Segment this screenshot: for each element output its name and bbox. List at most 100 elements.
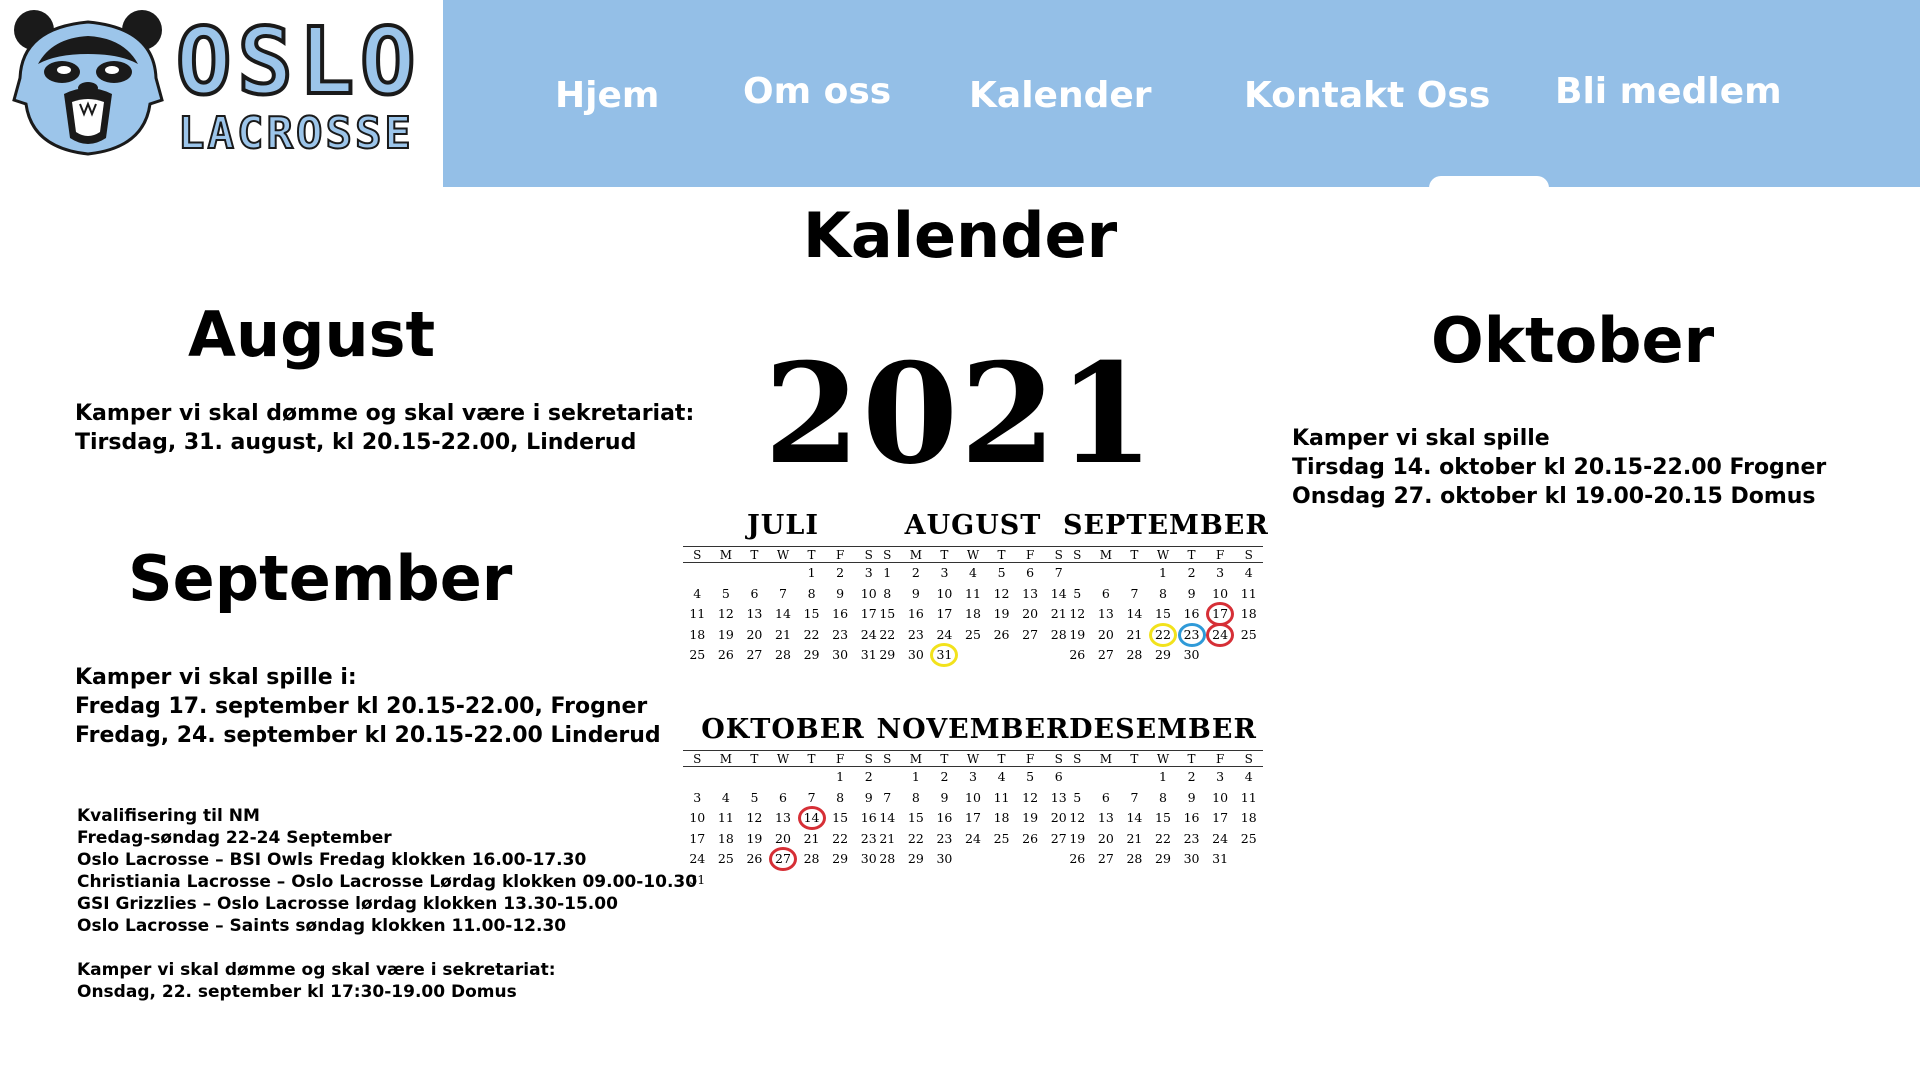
nav-item-om-oss[interactable]: Om oss bbox=[743, 74, 891, 110]
september-text: Kamper vi skal spille i: Fredag 17. sept… bbox=[75, 663, 661, 750]
calendar-day: 12 bbox=[1069, 810, 1086, 825]
highlight-ring-blue bbox=[1177, 622, 1206, 647]
calendar-day: 15 bbox=[1155, 810, 1171, 825]
september-line: Fredag 17. september kl 20.15-22.00, Fro… bbox=[75, 694, 648, 719]
calendar-day: 16 bbox=[832, 606, 849, 621]
calendar-day: 22 bbox=[832, 830, 849, 846]
september-line: Kamper vi skal spille i: bbox=[75, 665, 357, 690]
calendar-day: 8 bbox=[1159, 789, 1167, 805]
calendar-day: 22 bbox=[907, 830, 924, 846]
calendar-day: 21 bbox=[1126, 626, 1143, 642]
detail-line: Kamper vi skal dømme og skal være i sekr… bbox=[77, 960, 556, 980]
calendar-day: 14 bbox=[1126, 606, 1143, 621]
calendar-day: 22 bbox=[1155, 830, 1171, 846]
calendar-day: 20 bbox=[775, 830, 791, 846]
calendar-month-name: SEPTEMBER bbox=[1063, 510, 1269, 541]
calendar-day: 23 bbox=[936, 830, 953, 846]
calendar-day: 9 bbox=[940, 789, 949, 805]
calendar-day: 13 bbox=[746, 606, 763, 621]
calendar-day: 2 bbox=[1187, 565, 1196, 580]
calendar-day: 23 bbox=[832, 626, 849, 642]
august-line: Tirsdag, 31. august, kl 20.15-22.00, Lin… bbox=[75, 430, 637, 455]
calendar-day: 11 bbox=[993, 789, 1010, 805]
calendar-day: 18 bbox=[993, 810, 1010, 825]
calendar-empty-cell bbox=[712, 767, 741, 788]
nav-item-kontakt-oss[interactable]: Kontakt Oss bbox=[1244, 78, 1490, 114]
calendar-month-name: AUGUST bbox=[904, 510, 1042, 541]
calendar-empty-cell bbox=[1092, 563, 1121, 584]
calendar-month-november: NOVEMBER S M T W T F S 1 2 3 4 5 6 7 8 9 10 11 12 13 14 15 16 17… bbox=[873, 716, 1073, 870]
nav-item-kalender[interactable]: Kalender bbox=[969, 78, 1152, 114]
calendar-month-name: DESEMBER bbox=[1069, 714, 1257, 745]
calendar-day: 23 bbox=[1177, 622, 1206, 647]
calendar-empty-cell bbox=[769, 767, 798, 788]
weekday-label: F bbox=[835, 752, 845, 766]
calendar-day: 16 bbox=[936, 810, 953, 825]
calendar-day: 2 bbox=[1187, 769, 1196, 784]
calendar-empty-cell bbox=[1063, 767, 1092, 788]
calendar-day: 24 bbox=[1212, 830, 1229, 846]
calendar-day: 8 bbox=[883, 585, 892, 601]
calendar-day: 25 bbox=[965, 626, 981, 642]
weekday-label: S bbox=[1073, 548, 1082, 562]
calendar-day-grid: 1 2 3 4 5 6 7 8 9 10 11 12 13 14 15 16 17 18 19 20 21 22 23 24 2… bbox=[683, 563, 883, 666]
calendar-day: 31 bbox=[1212, 851, 1229, 866]
calendar-day: 28 bbox=[803, 851, 820, 866]
calendar-empty-cell bbox=[1063, 563, 1092, 584]
calendar-day: 18 bbox=[965, 606, 981, 621]
calendar-empty-cell bbox=[683, 767, 712, 788]
weekday-label: T bbox=[750, 548, 759, 562]
calendar-day: 7 bbox=[883, 789, 892, 805]
weekday-label: S bbox=[1244, 752, 1253, 766]
calendar-day: 14 bbox=[879, 810, 896, 825]
calendar-day: 1 bbox=[883, 565, 892, 580]
calendar-day: 29 bbox=[803, 647, 820, 662]
calendar-day: 17 bbox=[689, 830, 706, 846]
oktober-line: Onsdag 27. oktober kl 19.00-20.15 Domus bbox=[1292, 484, 1816, 509]
calendar-empty-cell bbox=[740, 767, 769, 788]
weekday-label: S bbox=[883, 752, 892, 766]
weekday-label: M bbox=[1099, 752, 1112, 766]
calendar-day: 1 bbox=[836, 769, 845, 784]
calendar-day: 30 bbox=[1183, 851, 1200, 866]
calendar-day: 23 bbox=[907, 626, 924, 642]
calendar-day: 28 bbox=[775, 647, 791, 662]
calendar-day: 23 bbox=[1183, 830, 1200, 846]
calendar-day: 16 bbox=[1183, 606, 1200, 621]
calendar-month-august: AUGUST S M T W T F S 1 2 3 4 5 6 7 8 9 10 11 12 13 14 15 16 17 18… bbox=[873, 510, 1073, 668]
calendar-day: 10 bbox=[1212, 789, 1229, 805]
highlight-ring-red bbox=[768, 847, 797, 872]
weekday-label: T bbox=[997, 548, 1006, 562]
calendar-day: 21 bbox=[775, 626, 791, 642]
highlight-ring-red bbox=[1206, 622, 1235, 647]
calendar-day: 19 bbox=[993, 606, 1010, 621]
logo[interactable]: OSLO LACROSSE bbox=[0, 0, 443, 187]
calendar-day: 4 bbox=[997, 769, 1006, 784]
calendar-day: 9 bbox=[1187, 585, 1196, 601]
calendar-day: 25 bbox=[717, 851, 734, 866]
oktober-text: Kamper vi skal spille Tirsdag 14. oktobe… bbox=[1292, 424, 1826, 511]
highlight-ring-yellow bbox=[1148, 622, 1177, 647]
calendar-day: 22 bbox=[879, 626, 896, 642]
nav-item-hjem[interactable]: Hjem bbox=[555, 78, 659, 114]
calendar-day: 18 bbox=[689, 626, 706, 642]
calendar-day: 12 bbox=[746, 810, 763, 825]
calendar-day: 14 bbox=[1126, 810, 1143, 825]
weekday-label: W bbox=[1156, 548, 1170, 562]
calendar-day: 9 bbox=[911, 585, 920, 601]
weekday-label: M bbox=[1099, 548, 1112, 562]
september-heading: September bbox=[128, 542, 513, 615]
weekday-label: T bbox=[997, 752, 1006, 766]
calendar-day: 11 bbox=[1240, 789, 1257, 805]
calendar-day-grid: 1 2 3 4 5 6 7 8 9 10 11 12 13 14 15 16 17 18 19 20 21 22 23 24 2… bbox=[873, 563, 1073, 668]
calendar-day-grid: 1 2 3 4 5 6 7 8 9 10 11 12 13 14 15 16 17 18 19 20 21 22 23 24 2… bbox=[873, 767, 1073, 870]
calendar-month-name: NOVEMBER bbox=[876, 714, 1070, 745]
calendar-day: 30 bbox=[1183, 647, 1200, 662]
calendar-day: 25 bbox=[689, 647, 706, 662]
weekday-label: F bbox=[1215, 548, 1225, 562]
weekday-label: S bbox=[1244, 548, 1253, 562]
nav-item-bli-medlem[interactable]: Bli medlem bbox=[1555, 74, 1782, 110]
calendar-day: 29 bbox=[907, 851, 924, 866]
calendar-day: 18 bbox=[717, 830, 734, 846]
calendar-day: 10 bbox=[1212, 585, 1229, 601]
